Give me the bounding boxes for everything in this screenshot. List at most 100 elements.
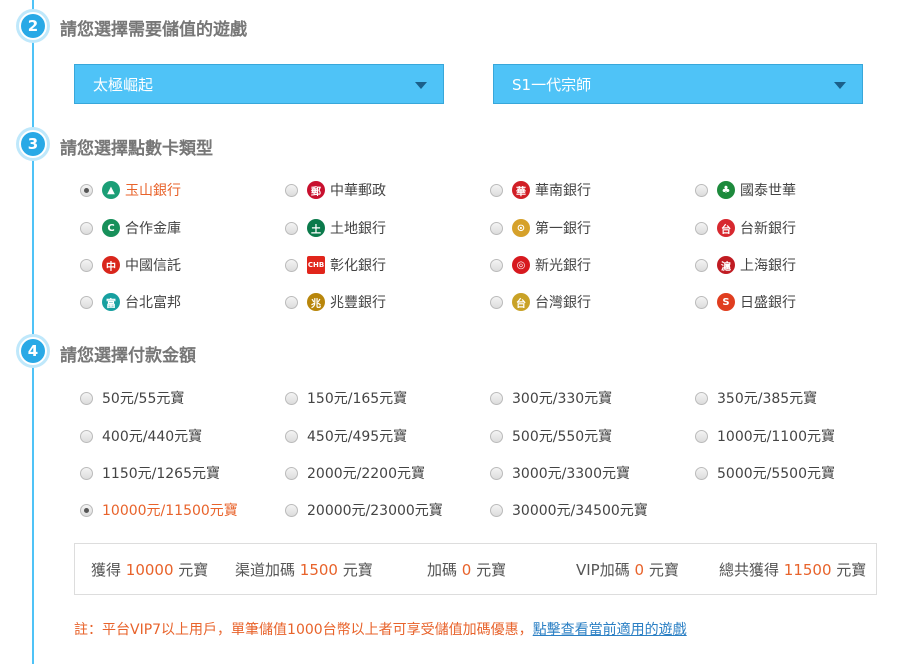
- bank-option[interactable]: ♣ 國泰世華: [695, 180, 796, 200]
- amount-option[interactable]: 3000元/3300元寶: [490, 463, 630, 483]
- server-select[interactable]: S1一代宗師: [493, 64, 863, 104]
- bank-radio[interactable]: [695, 258, 708, 272]
- amount-radio[interactable]: [285, 503, 298, 517]
- bank-label: 日盛銀行: [740, 295, 796, 311]
- bank-option[interactable]: ⊙ 第一銀行: [490, 218, 591, 238]
- step-3-title: 請您選擇點數卡類型: [60, 139, 213, 159]
- bank-option[interactable]: 滬上海銀行: [695, 255, 796, 275]
- amount-label: 3000元/3300元寶: [512, 466, 630, 482]
- step-4-badge: 4: [16, 334, 50, 368]
- applicable-games-link[interactable]: 點擊查看當前適用的遊戲: [533, 622, 687, 638]
- bank-option[interactable]: 郵中華郵政: [285, 180, 386, 200]
- bank-option[interactable]: 中中國信託: [80, 255, 181, 275]
- bank-option[interactable]: ▲ 玉山銀行: [80, 180, 181, 200]
- summary-vip-bonus: VIP加碼 0 元寶: [576, 560, 679, 579]
- bank-label: 中國信託: [125, 258, 181, 274]
- bank-radio[interactable]: [80, 258, 93, 272]
- amount-option[interactable]: 1150元/1265元寶: [80, 463, 220, 483]
- amount-radio[interactable]: [490, 503, 503, 517]
- bank-radio[interactable]: [695, 295, 708, 309]
- amount-option[interactable]: 50元/55元寶: [80, 388, 184, 408]
- bank-option[interactable]: C 合作金庫: [80, 218, 181, 238]
- bank-radio[interactable]: [285, 221, 298, 235]
- amount-radio[interactable]: [80, 503, 93, 517]
- bank-radio[interactable]: [285, 295, 298, 309]
- amount-option[interactable]: 300元/330元寶: [490, 388, 612, 408]
- game-select[interactable]: 太極崛起: [74, 64, 444, 104]
- amount-option[interactable]: 5000元/5500元寶: [695, 463, 835, 483]
- amount-label: 5000元/5500元寶: [717, 466, 835, 482]
- bank-label: 中華郵政: [330, 183, 386, 199]
- amount-radio[interactable]: [80, 466, 93, 480]
- step-3-number: 3: [21, 132, 45, 156]
- bank-option[interactable]: S 日盛銀行: [695, 292, 796, 312]
- amount-option[interactable]: 30000元/34500元寶: [490, 500, 648, 520]
- bank-option[interactable]: 富台北富邦: [80, 292, 181, 312]
- amount-label: 350元/385元寶: [717, 391, 818, 407]
- bank-option[interactable]: CHB 彰化銀行: [285, 255, 386, 275]
- huanan-bank-icon: 華: [512, 181, 530, 199]
- bank-radio[interactable]: [80, 221, 93, 235]
- bank-radio[interactable]: [490, 295, 503, 309]
- summary-bonus-value: 0: [461, 560, 472, 579]
- bank-radio[interactable]: [695, 221, 708, 235]
- chevron-down-icon: [415, 82, 427, 89]
- bank-label: 彰化銀行: [330, 258, 386, 274]
- bank-radio[interactable]: [490, 258, 503, 272]
- amount-label: 450元/495元寶: [307, 429, 408, 445]
- amount-radio[interactable]: [695, 391, 708, 405]
- amount-radio[interactable]: [80, 429, 93, 443]
- bank-option[interactable]: 兆兆豐銀行: [285, 292, 386, 312]
- amount-radio[interactable]: [285, 429, 298, 443]
- shanghai-bank-icon: 滬: [717, 256, 735, 274]
- amount-label: 300元/330元寶: [512, 391, 613, 407]
- amount-option[interactable]: 2000元/2200元寶: [285, 463, 425, 483]
- taishin-bank-icon: 台: [717, 219, 735, 237]
- amount-option[interactable]: 20000元/23000元寶: [285, 500, 443, 520]
- amount-option[interactable]: 350元/385元寶: [695, 388, 817, 408]
- chunghwa-post-icon: 郵: [307, 181, 325, 199]
- bank-radio[interactable]: [490, 221, 503, 235]
- land-bank-icon: 土: [307, 219, 325, 237]
- bank-radio[interactable]: [285, 258, 298, 272]
- amount-option[interactable]: 400元/440元寶: [80, 426, 202, 446]
- amount-label: 50元/55元寶: [102, 391, 185, 407]
- vip-note: 註：平台VIP7以上用戶，單筆儲值1000台幣以上者可享受儲值加碼優惠，點擊查看…: [74, 619, 687, 639]
- bank-radio[interactable]: [695, 183, 708, 197]
- amount-option[interactable]: 150元/165元寶: [285, 388, 407, 408]
- amount-option[interactable]: 500元/550元寶: [490, 426, 612, 446]
- bank-label: 台北富邦: [125, 295, 181, 311]
- summary-total: 總共獲得 11500 元寶: [719, 560, 867, 579]
- bank-option[interactable]: 台台灣銀行: [490, 292, 591, 312]
- fubon-bank-icon: 富: [102, 293, 120, 311]
- summary-total-value: 11500: [783, 560, 832, 579]
- summary-channel-value: 1500: [299, 560, 338, 579]
- bank-radio[interactable]: [285, 183, 298, 197]
- amount-option[interactable]: 1000元/1100元寶: [695, 426, 835, 446]
- bank-label: 土地銀行: [330, 221, 386, 237]
- bank-option[interactable]: 土土地銀行: [285, 218, 386, 238]
- amount-radio[interactable]: [490, 391, 503, 405]
- bank-option[interactable]: 台台新銀行: [695, 218, 796, 238]
- bank-radio[interactable]: [490, 183, 503, 197]
- bank-label: 玉山銀行: [125, 183, 181, 199]
- step-2-number: 2: [21, 14, 45, 38]
- amount-radio[interactable]: [285, 391, 298, 405]
- amount-radio[interactable]: [80, 391, 93, 405]
- amount-label: 10000元/11500元寶: [102, 503, 238, 519]
- amount-option[interactable]: 450元/495元寶: [285, 426, 407, 446]
- esun-bank-icon: ▲: [102, 181, 120, 199]
- bank-option[interactable]: ◎ 新光銀行: [490, 255, 591, 275]
- amount-radio[interactable]: [695, 466, 708, 480]
- amount-radio[interactable]: [695, 429, 708, 443]
- step-2-badge: 2: [16, 9, 50, 43]
- bank-radio[interactable]: [80, 295, 93, 309]
- amount-radio[interactable]: [490, 429, 503, 443]
- ctbc-bank-icon: 中: [102, 256, 120, 274]
- bank-option[interactable]: 華華南銀行: [490, 180, 591, 200]
- amount-radio[interactable]: [490, 466, 503, 480]
- bank-radio[interactable]: [80, 183, 93, 197]
- step-3-badge: 3: [16, 127, 50, 161]
- amount-option[interactable]: 10000元/11500元寶: [80, 500, 238, 520]
- amount-radio[interactable]: [285, 466, 298, 480]
